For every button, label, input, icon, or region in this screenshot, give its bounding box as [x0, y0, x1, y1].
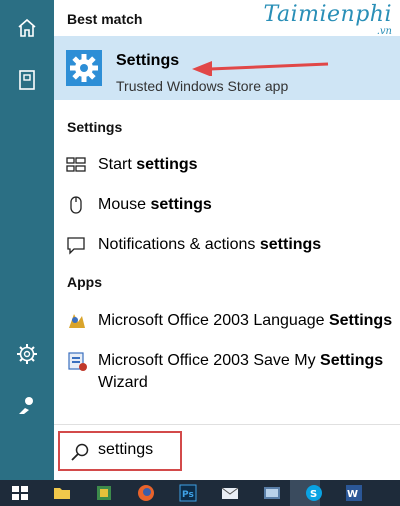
apps-section-header: Apps — [67, 274, 102, 290]
taskbar: Ps S W — [0, 480, 400, 506]
search-bar-area — [54, 424, 400, 481]
feedback-icon[interactable] — [15, 394, 39, 418]
word-icon[interactable]: W — [344, 483, 364, 503]
svg-text:W: W — [347, 489, 358, 500]
skype-icon[interactable]: S — [304, 483, 324, 503]
annotation-arrow-icon — [192, 61, 329, 76]
documents-icon[interactable] — [15, 68, 39, 92]
app-icon[interactable] — [94, 483, 114, 503]
search-icon — [71, 443, 89, 461]
settings-gear-icon — [66, 50, 102, 86]
svg-text:S: S — [310, 489, 317, 500]
best-match-header: Best match — [67, 11, 143, 27]
best-match-subtitle: Trusted Windows Store app — [116, 78, 289, 94]
home-icon[interactable] — [15, 16, 39, 40]
start-layout-icon — [66, 157, 86, 172]
search-box[interactable] — [58, 431, 182, 471]
best-match-settings-item[interactable]: Settings Trusted Windows Store app — [54, 36, 400, 100]
photoshop-icon[interactable]: Ps — [178, 483, 198, 503]
windows-start-icon[interactable] — [10, 483, 30, 503]
office-wizard-icon — [68, 352, 87, 371]
app-icon[interactable] — [262, 483, 282, 503]
start-sidebar — [0, 0, 54, 480]
best-match-title: Settings — [116, 52, 180, 69]
gear-icon[interactable] — [15, 342, 39, 366]
mouse-icon — [70, 196, 82, 214]
office-language-icon — [69, 314, 85, 328]
svg-text:Ps: Ps — [182, 490, 194, 500]
search-input[interactable] — [98, 441, 178, 459]
search-results-panel: Best match Settings Trusted Windows Stor… — [54, 0, 400, 481]
taimienphi-logo: Taimienphi .vn — [263, 2, 393, 37]
firefox-icon[interactable] — [136, 483, 156, 503]
settings-section-header: Settings — [67, 119, 123, 135]
notification-icon — [67, 237, 85, 255]
file-explorer-icon[interactable] — [52, 483, 72, 503]
mail-icon[interactable] — [220, 483, 240, 503]
